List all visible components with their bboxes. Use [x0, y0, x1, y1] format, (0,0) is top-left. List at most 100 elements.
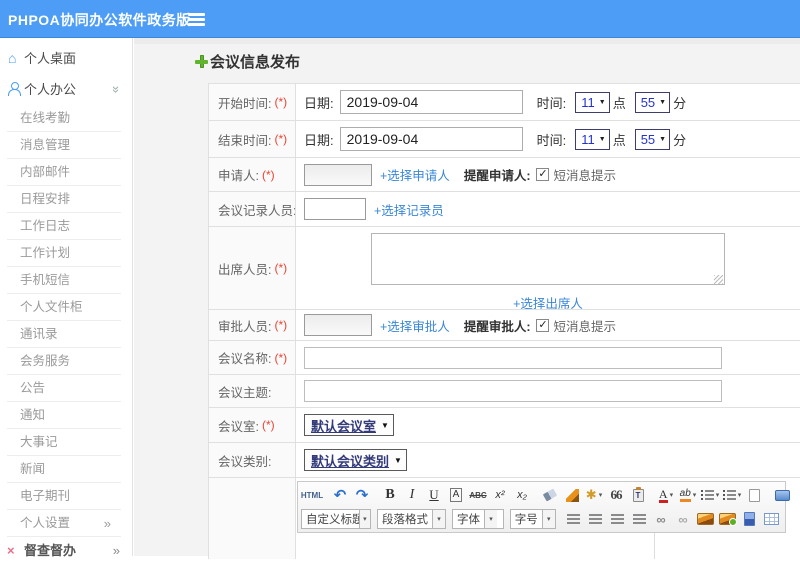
sidebar-item-work-plan[interactable]: 工作计划 — [7, 240, 121, 267]
align-right-button[interactable] — [607, 509, 627, 529]
align-center-button[interactable] — [585, 509, 605, 529]
meeting-name-input[interactable] — [304, 346, 722, 369]
end-minute-select[interactable]: 55 ▼ — [634, 128, 671, 150]
sidebar-item-news[interactable]: 新闻 — [7, 456, 121, 483]
sidebar-item-events[interactable]: 大事记 — [7, 429, 121, 456]
approver-input[interactable] — [304, 314, 372, 336]
sidebar-item-file-cabinet[interactable]: 个人文件柜 — [7, 294, 121, 321]
resize-handle[interactable] — [714, 275, 723, 284]
format-brush-button[interactable] — [562, 485, 582, 505]
ordered-list-button[interactable]: ▾ — [700, 485, 720, 505]
meeting-category-select[interactable]: 默认会议类别 ▼ — [304, 449, 407, 471]
field-label: 结束时间: — [218, 133, 272, 148]
blockquote-button[interactable]: 66 — [606, 485, 626, 505]
chevron-double-down-icon: » — [108, 85, 124, 94]
insert-image-button[interactable] — [695, 509, 715, 529]
unordered-list-button[interactable]: ▾ — [722, 485, 742, 505]
insert-link-button[interactable]: ∞ — [651, 509, 671, 529]
editor-content-area[interactable] — [297, 533, 655, 559]
choose-approver-link[interactable]: +选择审批人 — [380, 316, 450, 335]
screenshot-button[interactable] — [717, 509, 737, 529]
redo-button[interactable]: ↷ — [352, 485, 372, 505]
user-icon — [8, 82, 22, 97]
attendees-textarea[interactable] — [371, 233, 725, 285]
undo-button[interactable]: ↶ — [330, 485, 350, 505]
start-hour-select[interactable]: 11 ▼ — [575, 91, 610, 113]
choose-recorder-link[interactable]: +选择记录员 — [374, 200, 444, 219]
align-center-icon — [588, 514, 602, 524]
editor-toolbar-row-1: HTML ↶ ↷ B I U A ABC x² x₂ ✱ ▾ 66 T A ▾ … — [301, 483, 790, 507]
paragraph-format-dropdown[interactable]: 段落格式 ▾ — [377, 509, 446, 529]
remove-link-button[interactable]: ∞ — [673, 509, 693, 529]
sidebar-item-internal-mail[interactable]: 内部邮件 — [7, 159, 121, 186]
font-color-button[interactable]: A ▾ — [656, 485, 676, 505]
sidebar-item-messages[interactable]: 消息管理 — [7, 132, 121, 159]
unordered-list-icon — [722, 490, 736, 500]
sidebar-item-sms[interactable]: 手机短信 — [7, 267, 121, 294]
field-label: 会议类别: — [218, 454, 272, 469]
choose-applicant-link[interactable]: +选择申请人 — [380, 165, 450, 184]
brush-icon — [565, 488, 579, 502]
paste-button[interactable]: T — [628, 485, 648, 505]
bold-button[interactable]: B — [380, 485, 400, 505]
sidebar-item-notice[interactable]: 通知 — [7, 402, 121, 429]
align-left-button[interactable] — [563, 509, 583, 529]
hamburger-menu-icon[interactable] — [188, 13, 205, 26]
page-title: 会议信息发布 — [195, 51, 300, 72]
underline-button[interactable]: U — [424, 485, 444, 505]
meeting-subject-input[interactable] — [304, 380, 722, 402]
end-date-input[interactable] — [339, 127, 523, 151]
start-date-input[interactable] — [339, 90, 523, 114]
insert-table-button[interactable] — [761, 509, 781, 529]
superscript-button[interactable]: x² — [490, 485, 510, 505]
end-hour-select[interactable]: 11 ▼ — [575, 128, 610, 150]
italic-button[interactable]: I — [402, 485, 422, 505]
required-marker: (*) — [261, 418, 275, 432]
eraser-icon — [542, 488, 558, 502]
source-code-button[interactable]: HTML — [301, 485, 323, 505]
app-title: PHPOA协同办公软件政务版 — [8, 12, 191, 28]
caret-down-icon: ▼ — [381, 420, 389, 430]
table-icon — [763, 513, 779, 525]
sidebar-item-contacts[interactable]: 通讯录 — [7, 321, 121, 348]
eraser-button[interactable] — [540, 485, 560, 505]
align-justify-button[interactable] — [629, 509, 649, 529]
sidebar-item-desktop[interactable]: ⌂ 个人桌面 — [0, 43, 132, 74]
font-family-dropdown[interactable]: 字体 ▾ — [452, 509, 504, 529]
insert-media-button[interactable] — [739, 509, 759, 529]
required-marker: (*) — [261, 167, 275, 182]
applicant-input[interactable] — [304, 163, 372, 186]
required-marker: (*) — [274, 95, 288, 109]
sidebar-item-schedule[interactable]: 日程安排 — [7, 186, 121, 213]
choose-attendees-link[interactable]: +选择出席人 — [513, 293, 583, 309]
auto-typeset-button[interactable]: ✱ ▾ — [584, 485, 604, 505]
sidebar-item-e-journal[interactable]: 电子期刊 — [7, 483, 121, 510]
font-size-dropdown[interactable]: 字号 ▾ — [509, 509, 556, 529]
sidebar-item-personal-settings[interactable]: 个人设置 » — [7, 510, 121, 537]
meeting-room-select[interactable]: 默认会议室 ▼ — [304, 414, 394, 436]
image-icon — [696, 513, 714, 525]
time-label: 时间: — [536, 132, 567, 148]
sidebar-item-meeting-service[interactable]: 会务服务 — [7, 348, 121, 375]
sidebar-item-supervision[interactable]: × 督查督办 » — [0, 537, 132, 565]
sms-checkbox[interactable]: ✓ — [536, 318, 550, 332]
fullscreen-button[interactable] — [772, 485, 792, 505]
subscript-button[interactable]: x₂ — [512, 485, 532, 505]
font-border-button[interactable]: A — [449, 488, 463, 502]
plus-icon — [195, 55, 208, 68]
sidebar-item-attendance[interactable]: 在线考勤 — [7, 105, 121, 132]
field-label: 会议名称: — [218, 352, 272, 366]
new-page-button[interactable] — [744, 485, 764, 505]
sms-checkbox[interactable]: ✓ — [536, 168, 550, 181]
start-minute-select[interactable]: 55 ▼ — [634, 91, 671, 113]
strikethrough-button[interactable]: ABC — [468, 485, 488, 505]
recorder-input[interactable] — [304, 198, 366, 220]
sidebar-item-announcement[interactable]: 公告 — [7, 375, 121, 402]
magic-icon: ✱ — [585, 487, 597, 502]
field-label: 会议主题: — [218, 385, 272, 400]
highlight-color-button[interactable]: ab ▾ — [678, 485, 698, 505]
sidebar-item-work-log[interactable]: 工作日志 — [7, 213, 121, 240]
ordered-list-icon — [700, 490, 714, 500]
custom-heading-dropdown[interactable]: 自定义标题 ▾ — [301, 509, 371, 529]
sidebar-item-office[interactable]: 个人办公 » — [0, 74, 132, 105]
